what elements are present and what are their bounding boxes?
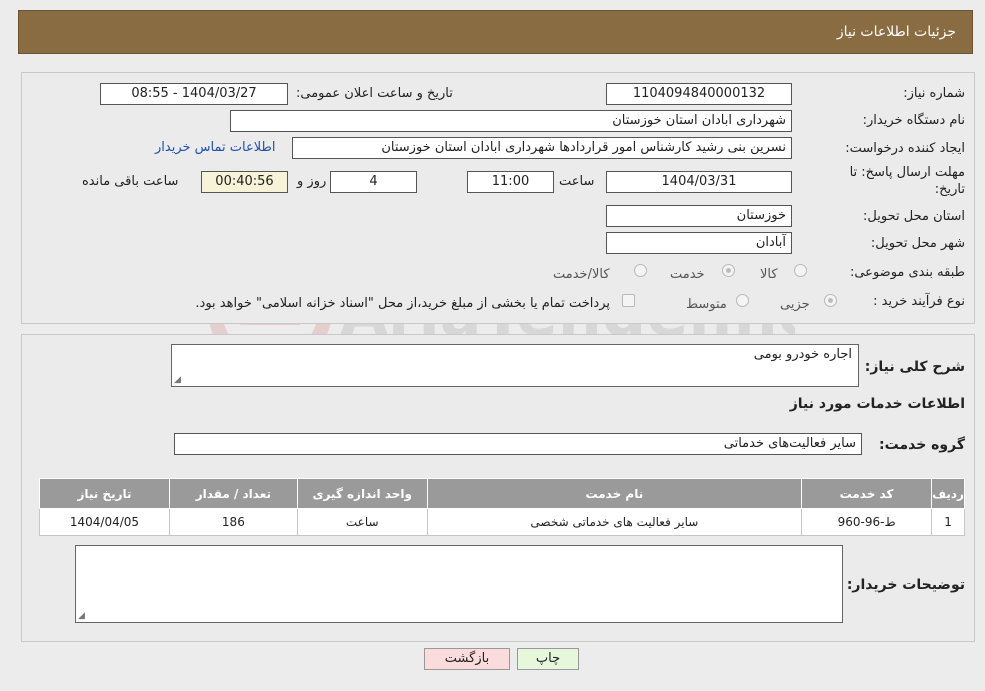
city-field[interactable]: آبادان	[606, 232, 792, 254]
deadline-label-line1: مهلت ارسال پاسخ: تا	[849, 165, 965, 180]
print-button[interactable]: چاپ	[517, 648, 579, 670]
cell-service-code: ط-96-960	[801, 508, 933, 536]
cell-service-name: سایر فعالیت های خدماتی شخصی	[426, 508, 803, 536]
city-label: شهر محل تحویل:	[870, 236, 965, 251]
page-title: جزئیات اطلاعات نیاز	[836, 24, 956, 40]
buyer-org-label: نام دستگاه خریدار:	[862, 113, 965, 128]
resize-grip-icon[interactable]: ◢	[78, 611, 85, 621]
deadline-date-field[interactable]: 1404/03/31	[606, 171, 792, 193]
cell-unit: ساعت	[296, 508, 428, 536]
province-field[interactable]: خوزستان	[606, 205, 792, 227]
cell-need-date: 1404/04/05	[39, 508, 170, 536]
col-row-header: ردیف	[931, 478, 965, 509]
summary-label: شرح کلی نیاز:	[864, 359, 965, 375]
category-label-service: خدمت	[670, 267, 705, 282]
table-header-row: ردیف کد خدمت نام خدمت واحد اندازه گیری ت…	[39, 478, 965, 509]
deadline-label: مهلت ارسال پاسخ: تا تاریخ:	[850, 164, 965, 198]
category-radio-service[interactable]	[722, 264, 735, 277]
buyer-notes-field[interactable]: ◢	[75, 545, 843, 623]
category-label-goods-service: کالا/خدمت	[553, 267, 610, 282]
category-label-goods: کالا	[760, 267, 778, 282]
process-note: پرداخت تمام یا بخشی از مبلغ خرید،از محل …	[195, 296, 610, 311]
deadline-time-field[interactable]: 11:00	[467, 171, 554, 193]
buyer-org-field[interactable]: شهرداری ابادان استان خوزستان	[230, 110, 792, 132]
process-radio-minor[interactable]	[824, 294, 837, 307]
process-radio-medium[interactable]	[736, 294, 749, 307]
back-button[interactable]: بازگشت	[424, 648, 510, 670]
summary-text: اجاره خودرو بومی	[753, 347, 852, 362]
remaining-time-field: 00:40:56	[201, 171, 288, 193]
cell-row-number: 1	[931, 508, 965, 536]
remaining-time-label: ساعت باقی مانده	[82, 174, 179, 189]
province-label: استان محل تحویل:	[863, 209, 965, 224]
creator-field[interactable]: نسرین بنی رشید کارشناس امور قراردادها شه…	[292, 137, 792, 159]
buyer-contact-link[interactable]: اطلاعات تماس خریدار	[155, 140, 275, 155]
col-name-header: نام خدمت	[426, 478, 803, 509]
days-field[interactable]: 4	[330, 171, 417, 193]
service-group-label: گروه خدمت:	[879, 437, 965, 453]
process-label-medium: متوسط	[686, 297, 727, 312]
deadline-time-label: ساعت	[559, 174, 595, 189]
creator-label: ایجاد کننده درخواست:	[845, 141, 965, 156]
need-number-field[interactable]: 1104094840000132	[606, 83, 792, 105]
buyer-notes-label: توضیحات خریدار:	[846, 577, 965, 593]
table-row: 1 ط-96-960 سایر فعالیت های خدماتی شخصی س…	[39, 508, 965, 536]
category-label: طبقه بندی موضوعی:	[849, 265, 965, 280]
resize-grip-icon[interactable]: ◢	[174, 375, 181, 385]
category-radio-goods[interactable]	[794, 264, 807, 277]
deadline-label-line2: تاریخ:	[934, 182, 965, 197]
process-label-minor: جزیی	[780, 297, 810, 312]
process-label: نوع فرآیند خرید :	[873, 294, 965, 309]
col-qty-header: تعداد / مقدار	[168, 478, 298, 509]
page-header: جزئیات اطلاعات نیاز	[18, 10, 973, 54]
announce-datetime-label: تاریخ و ساعت اعلان عمومی:	[296, 86, 453, 101]
services-section-title: اطلاعات خدمات مورد نیاز	[789, 396, 965, 412]
services-table: ردیف کد خدمت نام خدمت واحد اندازه گیری ت…	[39, 478, 965, 536]
col-unit-header: واحد اندازه گیری	[296, 478, 428, 509]
need-number-label: شماره نیاز:	[903, 86, 965, 101]
col-code-header: کد خدمت	[801, 478, 933, 509]
summary-field[interactable]: اجاره خودرو بومی ◢	[171, 344, 859, 387]
service-group-field[interactable]: سایر فعالیت‌های خدماتی	[174, 433, 862, 455]
announce-datetime-field[interactable]: 1404/03/27 - 08:55	[100, 83, 288, 105]
category-radio-goods-service[interactable]	[634, 264, 647, 277]
cell-quantity: 186	[168, 508, 298, 536]
process-treasury-checkbox[interactable]	[622, 294, 635, 307]
col-date-header: تاریخ نیاز	[39, 478, 170, 509]
days-label: روز و	[297, 174, 327, 189]
